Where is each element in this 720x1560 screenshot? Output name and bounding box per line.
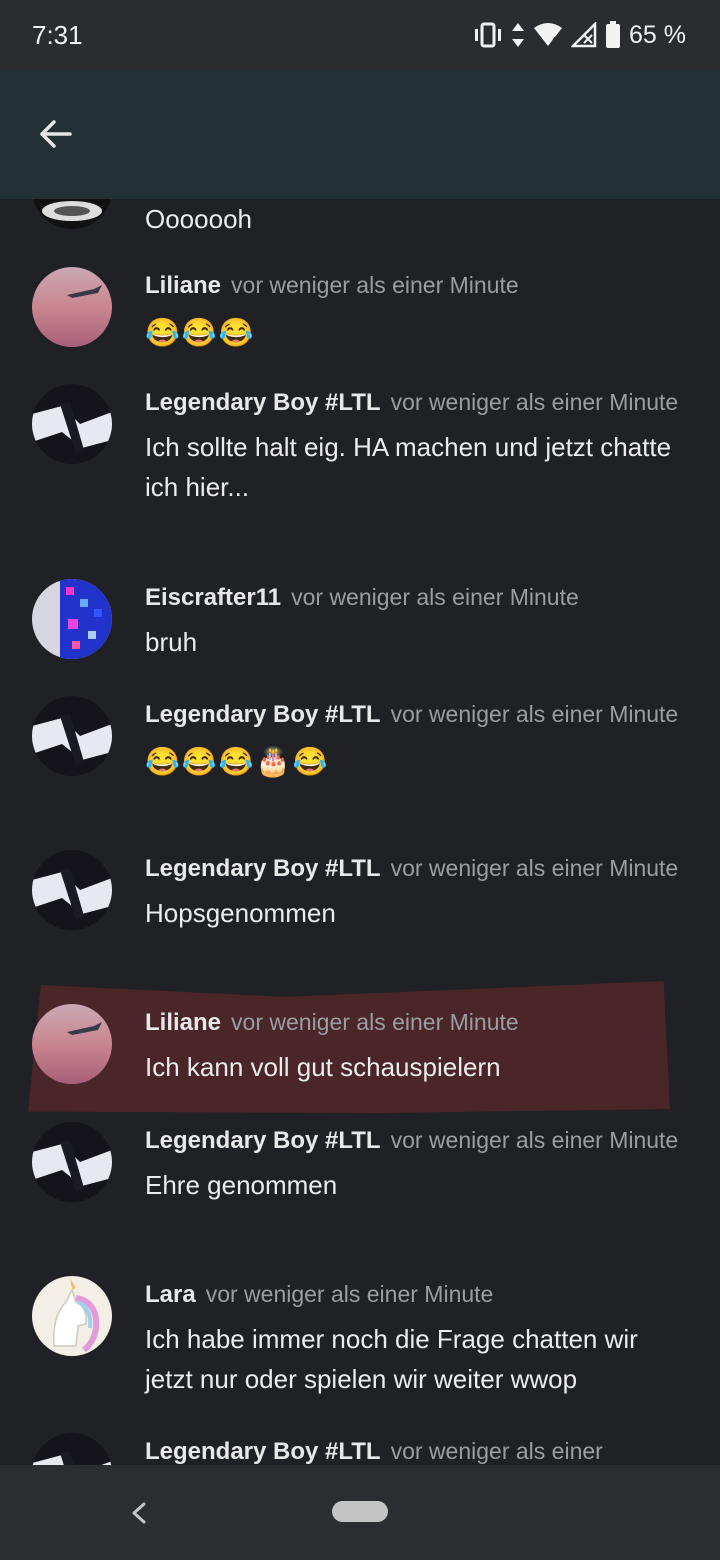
vibrate-icon bbox=[475, 22, 502, 48]
message-text: Ich habe immer noch die Frage chatten wi… bbox=[145, 1324, 638, 1394]
message-author[interactable]: Legendary Boy #LTL bbox=[145, 1127, 381, 1154]
nav-back-icon[interactable] bbox=[126, 1498, 152, 1528]
message-time: vor weniger als einer Minute bbox=[390, 1127, 679, 1153]
avatar[interactable] bbox=[32, 267, 112, 347]
avatar[interactable] bbox=[32, 1122, 112, 1202]
message-time: vor weniger als einer Minute bbox=[205, 1281, 494, 1307]
avatar[interactable] bbox=[32, 1433, 112, 1465]
avatar[interactable] bbox=[32, 384, 112, 464]
message-author[interactable]: Eiscrafter11 bbox=[145, 584, 281, 611]
avatar[interactable] bbox=[32, 579, 112, 659]
message-text: Ich sollte halt eig. HA machen und jetzt… bbox=[145, 432, 672, 502]
wifi-icon: 4 bbox=[534, 23, 563, 47]
avatar[interactable] bbox=[32, 696, 112, 776]
arrow-left-icon[interactable] bbox=[36, 114, 76, 154]
message-author[interactable]: Liliane bbox=[145, 1009, 221, 1036]
message-text: Ooooooh bbox=[145, 204, 252, 234]
avatar[interactable] bbox=[32, 199, 112, 229]
message-time: vor weniger als einer Minute bbox=[390, 389, 679, 415]
message-time: vor weniger als einer Minute bbox=[291, 584, 579, 610]
app-bar bbox=[0, 70, 720, 199]
signal-icon bbox=[571, 22, 597, 48]
battery-icon bbox=[606, 21, 621, 48]
message-author[interactable]: Lara bbox=[145, 1281, 196, 1308]
message-text: 😂😂😂🎂😂 bbox=[145, 746, 330, 777]
battery-percent: 65 % bbox=[629, 20, 686, 49]
message-time: vor weniger als einer Minute bbox=[231, 1009, 519, 1035]
message-time: vor weniger als einer Minute bbox=[390, 855, 679, 881]
message-text: Ehre genommen bbox=[145, 1170, 338, 1200]
avatar[interactable] bbox=[32, 1276, 112, 1356]
message-author[interactable]: Liliane bbox=[145, 272, 221, 299]
message-author[interactable]: Legendary Boy #LTL bbox=[145, 701, 381, 728]
chat-list[interactable]: Ooooooh Liliane vor weniger als einer Min… bbox=[0, 199, 720, 1465]
data-arrows-icon bbox=[512, 23, 525, 47]
message-time: vor weniger als einer Minute bbox=[390, 701, 679, 727]
message-author[interactable]: Legendary Boy #LTL bbox=[145, 855, 381, 882]
message-author[interactable]: Legendary Boy #LTL bbox=[145, 1438, 381, 1465]
message-text: 😂😂😂 bbox=[145, 317, 256, 348]
message-time: vor weniger als einer bbox=[390, 1438, 603, 1464]
message-author[interactable]: Legendary Boy #LTL bbox=[145, 389, 381, 416]
status-time: 7:31 bbox=[32, 19, 83, 50]
status-icons: 4 65 % bbox=[473, 21, 686, 50]
avatar[interactable] bbox=[32, 850, 112, 930]
message-text: Ich kann voll gut schauspielern bbox=[145, 1052, 501, 1082]
svg-text:4: 4 bbox=[551, 36, 557, 47]
message-text: Hopsgenommen bbox=[145, 898, 336, 928]
avatar[interactable] bbox=[32, 1004, 112, 1084]
status-bar: 7:31 4 65 % bbox=[0, 0, 720, 70]
message-text: bruh bbox=[145, 627, 198, 657]
home-pill[interactable] bbox=[332, 1501, 388, 1522]
message-time: vor weniger als einer Minute bbox=[231, 272, 519, 298]
